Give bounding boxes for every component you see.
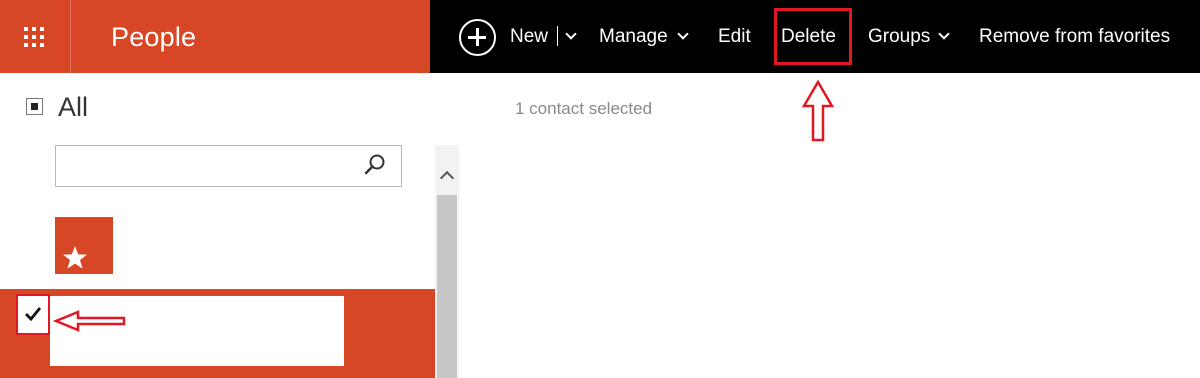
app-title: People [111, 22, 197, 52]
search-icon[interactable] [362, 152, 388, 178]
select-all-checkbox[interactable] [26, 98, 43, 115]
groups-button[interactable]: Groups [868, 26, 930, 48]
selection-status: 1 contact selected [515, 99, 653, 118]
annotation-arrow-left-icon [52, 310, 126, 332]
search-input[interactable] [60, 150, 350, 182]
new-separator [557, 26, 558, 46]
star-icon [63, 246, 87, 269]
favorites-tile[interactable] [55, 217, 113, 274]
header-divider [70, 0, 71, 73]
edit-button[interactable]: Edit [718, 26, 751, 48]
scroll-up-button[interactable] [435, 145, 459, 195]
scroll-thumb[interactable] [437, 195, 457, 378]
plus-circle-icon[interactable] [459, 19, 496, 56]
waffle-icon [24, 27, 44, 47]
annotation-arrow-up-icon [801, 79, 835, 142]
app-launcher-button[interactable] [0, 0, 70, 73]
remove-from-favorites-button[interactable]: Remove from favorites [979, 26, 1170, 48]
search-box[interactable] [55, 145, 402, 187]
app-header: People [0, 0, 430, 73]
delete-highlight-annotation [774, 8, 852, 65]
new-button[interactable]: New [510, 26, 548, 48]
chevron-up-icon [439, 170, 455, 186]
contact-row-checkbox[interactable] [16, 294, 50, 335]
filter-all-label[interactable]: All [58, 92, 88, 123]
checkmark-icon [25, 307, 42, 322]
manage-button[interactable]: Manage [599, 26, 668, 48]
